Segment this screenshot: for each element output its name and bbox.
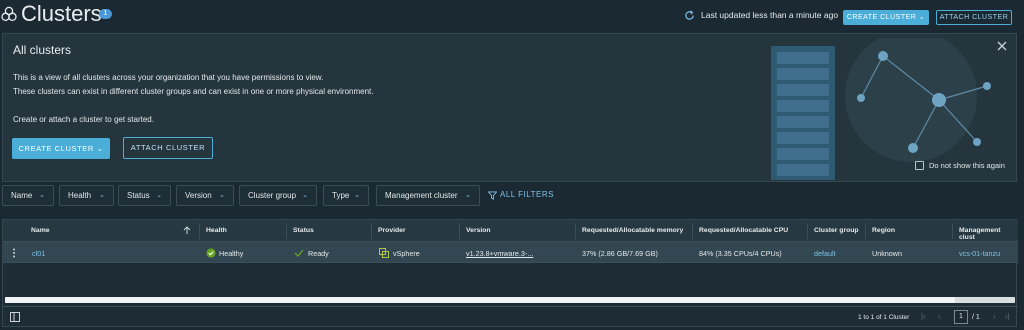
all-clusters-banner: All clusters This is a view of all clust…	[2, 33, 1017, 182]
cluster-group-link[interactable]: default	[814, 249, 836, 258]
filter-management-cluster[interactable]: Management cluster ⌄	[376, 185, 480, 206]
sort-arrow-icon[interactable]	[183, 226, 191, 235]
banner-description-1: This is a view of all clusters across yo…	[13, 73, 324, 82]
chevron-down-icon: ⌄	[156, 192, 162, 199]
column-header-management-cluster[interactable]: Management clust	[959, 227, 1018, 241]
filter-type[interactable]: Type ⌄	[323, 185, 369, 206]
chevron-down-icon: ⌄	[99, 192, 105, 199]
pagination-summary: 1 to 1 of 1 Cluster	[858, 314, 910, 321]
healthy-check-icon	[206, 248, 216, 258]
chevron-down-icon: ⌄	[465, 192, 471, 199]
column-separator	[952, 223, 953, 239]
all-filters-button[interactable]: ALL FILTERS	[500, 190, 554, 199]
filter-label: Status	[127, 191, 150, 200]
column-separator	[199, 223, 200, 239]
filter-label: Health	[68, 191, 92, 200]
vsphere-icon	[379, 248, 389, 258]
cluster-count-badge: 1	[99, 9, 112, 19]
column-header-health[interactable]: Health	[206, 227, 227, 234]
column-separator	[286, 223, 287, 239]
dont-show-again-label: Do not show this again	[929, 161, 1005, 170]
column-separator	[371, 223, 372, 239]
column-header-cluster-group[interactable]: Cluster group	[814, 227, 859, 234]
cluster-version-link[interactable]: v1.23.8+vmware.3-...	[466, 249, 533, 258]
filter-cluster-group[interactable]: Cluster group ⌄	[239, 185, 317, 206]
banner-description-2: These clusters can exist in different cl…	[13, 87, 374, 96]
horizontal-scrollbar[interactable]	[5, 297, 1015, 303]
cluster-provider: vSphere	[393, 249, 420, 258]
cluster-region: Unknown	[872, 249, 902, 258]
table-header: Name Health Status Provider Version Requ…	[3, 220, 1018, 242]
last-page-icon[interactable]: ›|	[1005, 312, 1010, 321]
filter-label: Cluster group	[248, 191, 297, 200]
column-separator	[807, 223, 808, 239]
chevron-down-icon: ⌄	[219, 192, 225, 199]
attach-cluster-button[interactable]: ATTACH CLUSTER	[936, 10, 1012, 25]
column-separator	[865, 223, 866, 239]
filter-version[interactable]: Version ⌄	[176, 185, 234, 206]
dont-show-again-checkbox[interactable]	[915, 161, 924, 170]
filter-funnel-icon	[488, 191, 497, 200]
cluster-status: Ready	[308, 249, 329, 258]
cluster-cpu: 84% (3.35 CPUs/4 CPUs)	[699, 249, 782, 258]
filter-label: Type	[332, 191, 350, 200]
table-footer: 1 to 1 of 1 Cluster |‹ ‹ 1 / 1 › ›|	[3, 306, 1018, 327]
cluster-name-link[interactable]: cl01	[32, 249, 45, 258]
column-separator	[575, 223, 576, 239]
page-title: Clusters	[21, 1, 102, 26]
server-rack-illustration	[771, 38, 991, 180]
banner-create-cluster-button[interactable]: CREATE CLUSTER ⌄	[12, 138, 110, 159]
column-header-status[interactable]: Status	[293, 227, 314, 234]
chevron-down-icon: ⌄	[354, 192, 360, 199]
cluster-memory: 37% (2.86 GB/7.69 GB)	[582, 249, 658, 258]
filter-label: Management cluster	[385, 191, 458, 200]
filter-health[interactable]: Health ⌄	[59, 185, 114, 206]
table-row[interactable]: cl01 Healthy Ready vSphere v1.23.8+vmwar…	[3, 242, 1018, 263]
close-icon[interactable]	[995, 39, 1009, 53]
filter-label: Name	[11, 191, 33, 200]
row-actions-icon[interactable]	[12, 248, 16, 258]
filter-name[interactable]: Name ⌄	[2, 185, 54, 206]
clusters-table: Name Health Status Provider Version Requ…	[2, 219, 1018, 327]
cluster-health: Healthy	[219, 249, 244, 258]
page-header: Clusters 1 Last updated less than a minu…	[0, 0, 1024, 32]
refresh-icon[interactable]	[684, 10, 695, 21]
column-toggle-icon[interactable]	[10, 312, 20, 322]
banner-attach-cluster-button[interactable]: ATTACH CLUSTER	[123, 137, 213, 159]
banner-title: All clusters	[13, 43, 72, 57]
column-header-cpu[interactable]: Requested/Allocatable CPU	[699, 227, 788, 234]
column-header-name[interactable]: Name	[31, 227, 50, 234]
column-separator	[459, 223, 460, 239]
scrollbar-thumb[interactable]	[5, 297, 955, 303]
chevron-down-icon: ⌄	[302, 192, 308, 199]
filter-label: Version	[185, 191, 212, 200]
column-separator	[692, 223, 693, 239]
filter-status[interactable]: Status ⌄	[118, 185, 171, 206]
create-cluster-button[interactable]: CREATE CLUSTER ⌄	[843, 10, 929, 25]
column-header-version[interactable]: Version	[466, 227, 491, 234]
column-header-region[interactable]: Region	[872, 227, 895, 234]
column-header-provider[interactable]: Provider	[378, 227, 406, 234]
previous-page-icon[interactable]: ‹	[938, 312, 941, 321]
column-header-memory[interactable]: Requested/Allocatable memory	[582, 227, 683, 234]
page-number-input[interactable]: 1	[954, 310, 968, 324]
first-page-icon[interactable]: |‹	[921, 312, 926, 321]
chevron-down-icon: ⌄	[39, 192, 45, 199]
management-cluster-link[interactable]: vcs-01-tanzu	[959, 249, 1000, 258]
page-total: / 1	[972, 314, 980, 321]
clusters-icon	[1, 6, 17, 22]
last-updated-text: Last updated less than a minute ago	[701, 10, 839, 20]
banner-get-started: Create or attach a cluster to get starte…	[13, 115, 154, 124]
ready-check-icon	[294, 249, 304, 257]
next-page-icon[interactable]: ›	[993, 312, 996, 321]
